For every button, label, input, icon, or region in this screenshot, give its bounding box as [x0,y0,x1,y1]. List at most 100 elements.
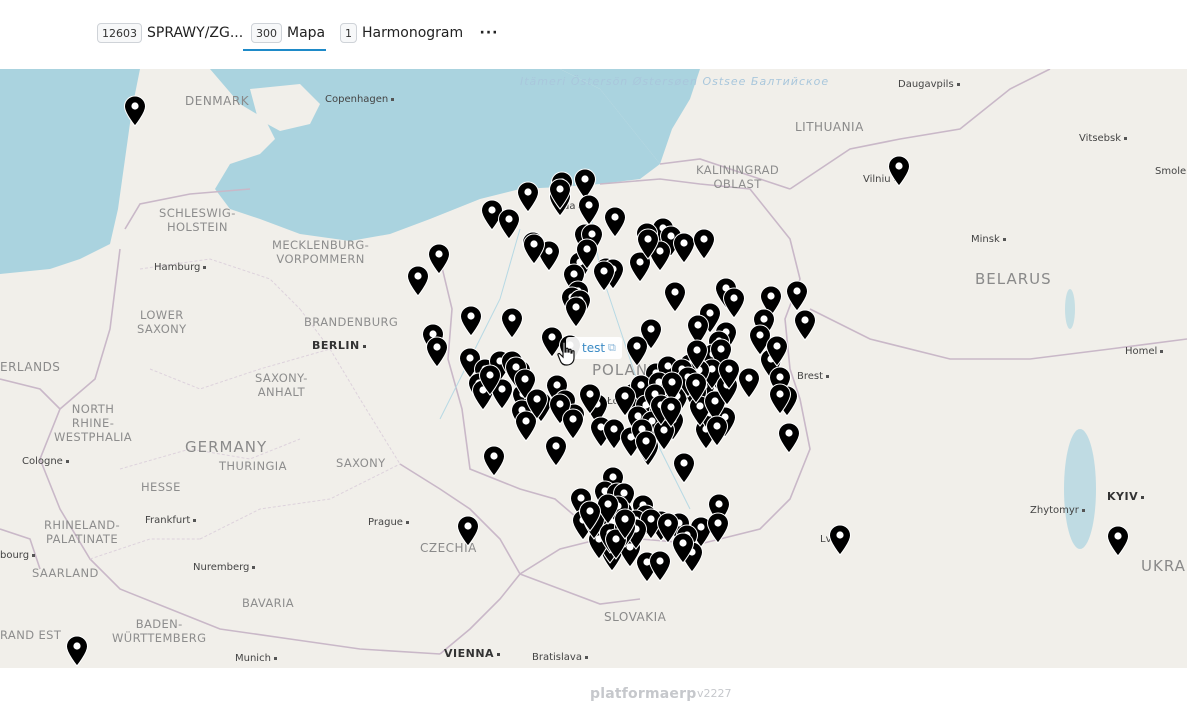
more-tabs-button[interactable]: ··· [480,22,498,44]
map-pin-icon [785,280,809,312]
map-marker[interactable] [722,287,746,319]
city-label: Frankfurt [145,515,196,526]
map-pin-icon [603,206,627,238]
region-label: RHINELAND- PALATINATE [44,518,121,546]
map-pin-icon [123,95,147,127]
map-marker[interactable] [123,95,147,127]
map-marker[interactable] [406,265,430,297]
map-marker[interactable] [706,512,730,544]
country-label: GERMANY [185,438,268,456]
map-marker[interactable] [578,383,602,415]
map-pin-icon [656,512,680,544]
map-pin-icon [672,452,696,484]
city-label: Hamburg [154,262,206,273]
map-marker[interactable] [577,194,601,226]
map-marker[interactable] [692,228,716,260]
map-pin-icon [500,307,524,339]
tab-label: Harmonogram [362,25,464,41]
city-label: Minsk [971,234,1006,245]
map-marker[interactable] [497,208,521,240]
region-label: SCHLESWIG- HOLSTEIN [159,206,236,234]
map-pin-icon [705,415,729,447]
app-version: v2227 [697,687,732,700]
region-label: KALININGRAD OBLAST [696,163,780,191]
map-marker[interactable] [1106,525,1130,557]
country-label: SLOVAKIA [604,610,667,624]
city-label: bourg [0,550,35,561]
map-marker[interactable] [427,243,451,275]
map-pin-icon [482,445,506,477]
map-marker[interactable] [648,550,672,582]
map-marker[interactable] [634,430,658,462]
map-marker[interactable] [717,358,741,390]
map-marker[interactable] [777,422,801,454]
map-marker[interactable] [500,307,524,339]
map-marker[interactable] [478,364,502,396]
map-marker[interactable] [765,335,789,367]
map-pin-icon [564,296,588,328]
city-label: Brest [797,371,829,382]
map-pin-icon [613,385,637,417]
tab-count-badge: 1 [340,23,357,43]
city-label: BERLIN [312,339,366,352]
map-marker[interactable] [522,233,546,265]
hand-cursor-icon [557,341,575,366]
map-marker[interactable] [482,445,506,477]
platform-logo: platformaerp [590,686,697,702]
map-pin-icon [522,233,546,265]
map-marker[interactable] [613,385,637,417]
map-pin-icon [663,281,687,313]
city-label: Smole [1155,166,1187,177]
map-marker[interactable] [793,309,817,341]
map-marker[interactable] [887,155,911,187]
tab-schedule[interactable]: 1 Harmonogram [340,22,463,44]
tab-bar: 12603 SPRAWY/ZG... 300 Mapa 1 Harmonogra… [0,0,1187,68]
map-marker[interactable] [684,372,708,404]
tab-label: Mapa [287,25,326,41]
tab-cases[interactable]: 12603 SPRAWY/ZG... [97,22,243,44]
map-pin-icon [577,194,601,226]
map-view[interactable]: Itämeri Östersön Østersøen Ostsee Балтий… [0,69,1187,668]
region-label: THURINGIA [219,459,287,473]
map-marker[interactable] [459,305,483,337]
map-marker[interactable] [425,336,449,368]
map-marker[interactable] [636,228,660,260]
map-pin-icon [425,336,449,368]
map-pin-icon [828,524,852,556]
map-marker[interactable] [768,383,792,415]
map-marker[interactable] [525,388,549,420]
map-marker[interactable] [564,296,588,328]
map-marker[interactable] [705,415,729,447]
map-marker[interactable] [656,512,680,544]
tab-map[interactable]: 300 Mapa [251,22,325,44]
map-pin-icon [768,383,792,415]
map-marker[interactable] [65,635,89,667]
map-pin-icon [575,238,599,270]
city-label: VIENNA [444,647,500,660]
map-marker[interactable] [828,524,852,556]
map-marker[interactable] [456,515,480,547]
country-label: DENMARK [185,94,250,108]
map-marker[interactable] [785,280,809,312]
map-pin-icon [456,515,480,547]
map-marker[interactable] [548,178,572,210]
region-label: NORTH RHINE- WESTPHALIA [54,402,133,444]
map-marker[interactable] [663,281,687,313]
map-pin-icon [648,550,672,582]
region-label: HESSE [141,480,181,494]
map-pin-icon [706,512,730,544]
map-marker[interactable] [575,238,599,270]
country-label: LITHUANIA [795,120,864,134]
map-marker[interactable] [578,500,602,532]
map-pin-icon [684,372,708,404]
map-pin-icon [765,335,789,367]
map-pin-icon [692,228,716,260]
tooltip-label: test [582,341,606,355]
map-pin-icon [636,228,660,260]
map-marker[interactable] [603,206,627,238]
map-marker[interactable] [659,396,683,428]
city-label: Cologne [22,456,69,467]
region-label: SAXONY [336,456,386,470]
map-marker[interactable] [672,452,696,484]
map-pin-icon [722,287,746,319]
